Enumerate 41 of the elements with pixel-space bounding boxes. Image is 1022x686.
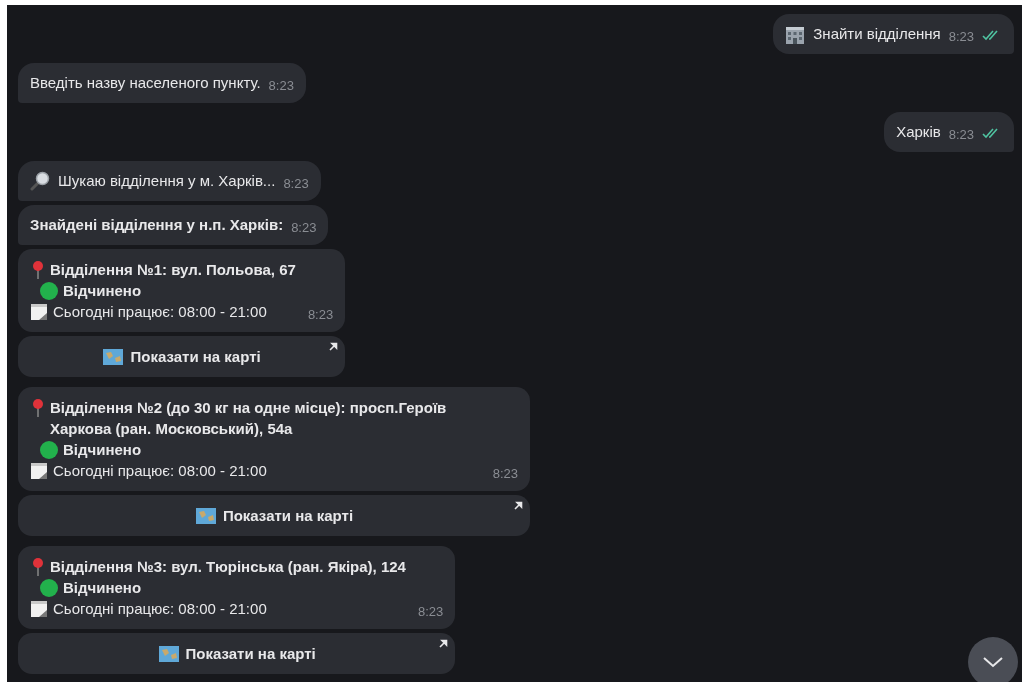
message-text: Знайти відділення — [813, 24, 941, 44]
office-title: Відділення №3: вул. Тюрінська (ран. Якіра), 124 — [50, 557, 406, 577]
office-hours: Сьогодні працює: 08:00 - 21:00 — [53, 302, 267, 322]
show-on-map-button[interactable]: Показати на карті — [18, 495, 530, 536]
message-text: Харків — [896, 122, 941, 142]
office-status: Відчинено — [63, 578, 142, 598]
pin-icon — [30, 557, 46, 577]
message-time: 8:23 — [283, 175, 309, 193]
calendar-icon — [30, 461, 48, 480]
message-time: 8:23 — [268, 77, 294, 95]
arrow-icon — [439, 639, 449, 648]
arrow-icon — [329, 342, 339, 351]
office-title: Відділення №1: вул. Польова, 67 — [50, 260, 296, 280]
message-time: 8:23 — [948, 28, 974, 46]
map-icon — [194, 506, 217, 525]
map-icon — [157, 644, 180, 663]
building-icon — [785, 26, 806, 44]
message-time: 8:23 — [492, 465, 518, 483]
message-text: Знайдені відділення у н.п. Харків: — [30, 215, 284, 235]
chevron-down-icon — [982, 656, 1004, 668]
calendar-icon — [30, 599, 48, 618]
message-time: 8:23 — [291, 219, 317, 237]
calendar-icon — [30, 302, 48, 321]
scroll-down-button[interactable] — [968, 637, 1018, 682]
message-time: 8:23 — [417, 603, 444, 621]
office-status: Відчинено — [63, 440, 142, 460]
message-time: 8:23 — [307, 306, 334, 324]
office-status: Відчинено — [63, 281, 142, 301]
show-on-map-button[interactable]: Показати на карті — [18, 633, 456, 674]
show-on-map-button[interactable]: Показати на карті — [18, 336, 346, 377]
map-icon — [102, 347, 125, 366]
message-text: Шукаю відділення у м. Харків... — [58, 171, 276, 191]
office-title: Відділення №2 (до 30 кг на одне місце): просп.Героїв Харкова (ран. Московський), 54а — [50, 398, 448, 439]
arrow-icon — [514, 501, 523, 510]
pin-icon — [30, 398, 46, 418]
pin-icon — [30, 260, 46, 280]
message-text: Введіть назву населеного пункту. — [30, 73, 261, 93]
message-time: 8:23 — [948, 126, 974, 144]
magnifier-icon — [30, 171, 50, 191]
office-hours: Сьогодні працює: 08:00 - 21:00 — [53, 599, 267, 619]
office-hours: Сьогодні працює: 08:00 - 21:00 — [53, 461, 267, 481]
